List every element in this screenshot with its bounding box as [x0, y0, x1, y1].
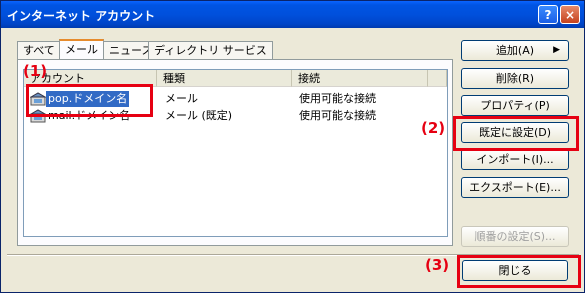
export-button[interactable]: エクスポート(E)...: [461, 177, 569, 198]
add-button[interactable]: 追加(A) ▶: [461, 40, 569, 61]
tab-mail[interactable]: メール: [59, 39, 104, 60]
dialog-window: インターネット アカウント ? × すべて メール ニュース ディレクトリ サー…: [0, 0, 585, 293]
account-type: メール (既定): [165, 109, 233, 122]
callout-box-1: [26, 84, 153, 117]
callout-box-2: [453, 116, 579, 151]
add-button-label: 追加(A): [495, 44, 535, 57]
tab-all[interactable]: すべて: [17, 41, 61, 59]
column-header-filler: [428, 70, 447, 87]
close-window-button[interactable]: ×: [560, 5, 580, 24]
import-button[interactable]: インポート(I)...: [461, 149, 569, 170]
account-connection: 使用可能な接続: [299, 109, 376, 122]
account-connection: 使用可能な接続: [299, 92, 376, 105]
callout-box-3: [457, 255, 581, 288]
remove-button[interactable]: 削除(R): [461, 68, 569, 89]
callout-label-3: (3): [425, 256, 450, 274]
column-header-connection[interactable]: 接続: [292, 70, 428, 87]
window-title: インターネット アカウント: [7, 9, 156, 23]
tab-directory-service[interactable]: ディレクトリ サービス: [148, 41, 273, 59]
column-header-type[interactable]: 種類: [157, 70, 292, 87]
callout-label-1: (1): [23, 62, 48, 80]
callout-label-2: (2): [421, 119, 446, 137]
properties-button[interactable]: プロパティ(P): [461, 95, 569, 116]
chevron-right-icon: ▶: [553, 45, 560, 55]
set-order-button: 順番の設定(S)...: [461, 226, 569, 247]
title-bar[interactable]: インターネット アカウント ? ×: [1, 1, 584, 28]
help-button[interactable]: ?: [538, 5, 558, 24]
account-type: メール: [165, 92, 198, 105]
